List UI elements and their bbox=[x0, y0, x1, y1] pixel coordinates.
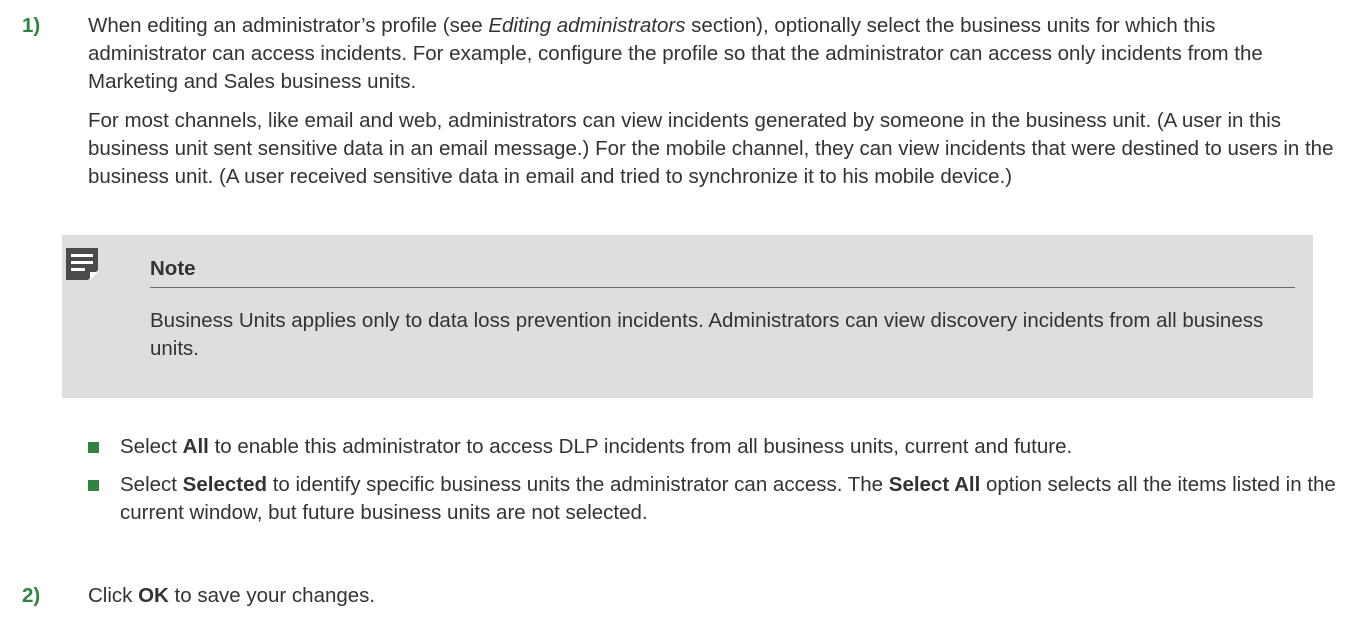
option-selected-label: Selected bbox=[182, 473, 267, 496]
step-2-body: Click OK to save your changes. bbox=[88, 582, 1338, 610]
note-icon bbox=[64, 246, 100, 290]
step-2-text: Click bbox=[88, 584, 139, 607]
step-1-detail-paragraph: For most channels, like email and web, a… bbox=[88, 109, 1334, 188]
list-item-text: Select bbox=[120, 473, 183, 496]
option-select-all-label: Select All bbox=[888, 473, 981, 496]
options-list: Select All to enable this administrator … bbox=[0, 433, 1360, 527]
editing-administrators-reference: Editing administrators bbox=[488, 14, 686, 37]
bullet-marker bbox=[88, 442, 99, 453]
note-text: Business Units applies only to data loss… bbox=[150, 309, 1264, 360]
list-item-text: to enable this administrator to access D… bbox=[208, 435, 1073, 458]
step-2-paragraph: Click OK to save your changes. bbox=[88, 582, 1338, 610]
list-item-text: Select bbox=[120, 435, 183, 458]
list-item-text: to identify specific business units the … bbox=[267, 473, 889, 496]
step-1-number: 1) bbox=[22, 14, 41, 37]
step-1-intro-text: When editing an administrator’s profile … bbox=[88, 14, 489, 37]
step-1-body: When editing an administrator’s profile … bbox=[88, 12, 1338, 191]
step-1-intro-paragraph: When editing an administrator’s profile … bbox=[88, 12, 1323, 96]
ok-label: OK bbox=[138, 584, 169, 607]
option-all-label: All bbox=[182, 435, 209, 458]
note-box: Note Business Units applies only to data… bbox=[62, 235, 1313, 398]
step-2-number: 2) bbox=[22, 584, 41, 607]
list-item-all-option: Select All to enable this administrator … bbox=[0, 433, 1340, 461]
list-item-selected-option: Select Selected to identify specific bus… bbox=[0, 471, 1340, 527]
step-2-text: to save your changes. bbox=[168, 584, 376, 607]
bullet-marker bbox=[88, 480, 99, 491]
note-title: Note bbox=[150, 257, 1295, 288]
